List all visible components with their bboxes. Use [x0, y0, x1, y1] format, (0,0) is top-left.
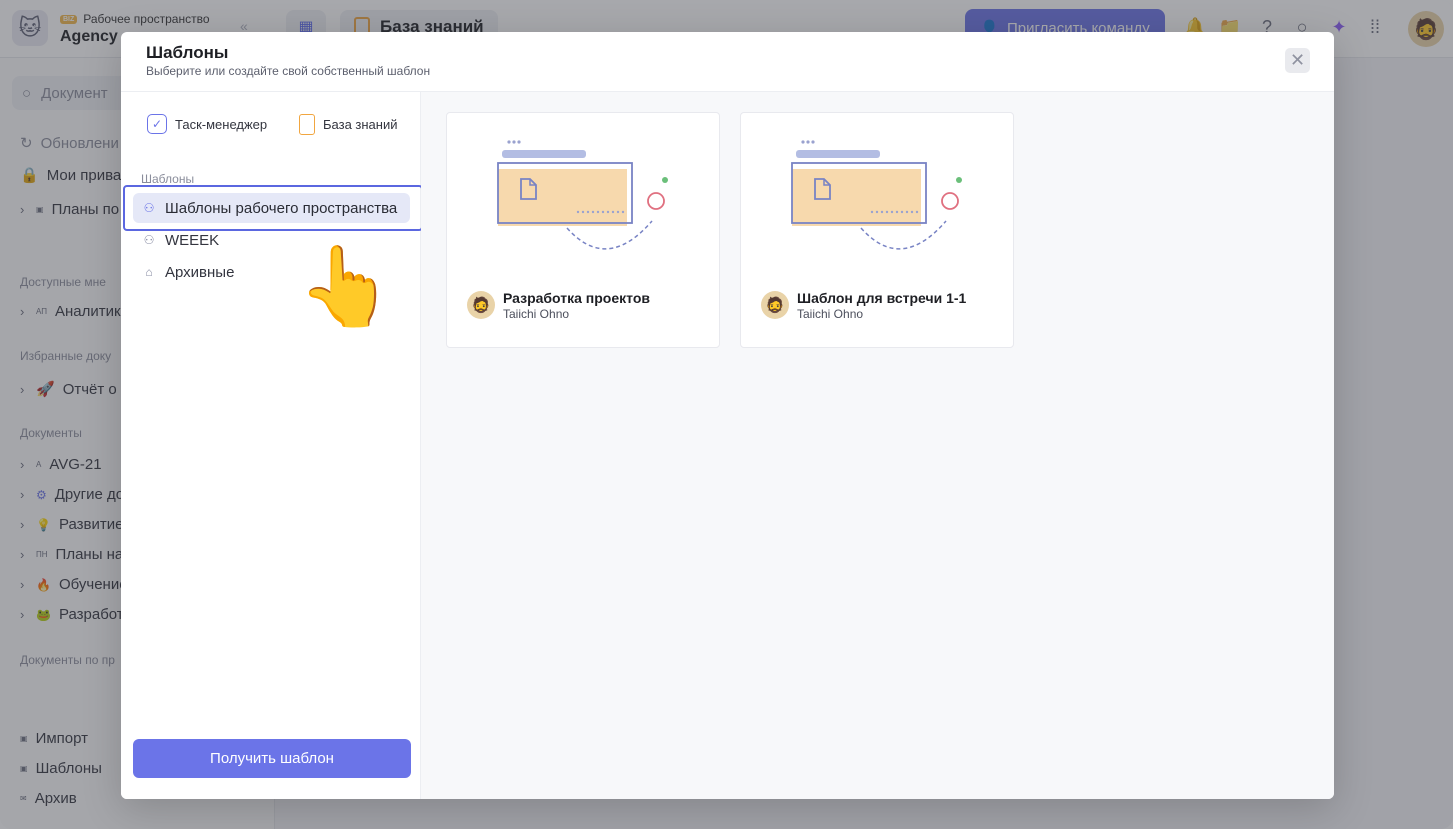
get-template-button[interactable]: Получить шаблон — [133, 739, 411, 778]
template-group-label: Шаблоны рабочего пространства — [165, 199, 398, 217]
template-illustration — [791, 140, 962, 250]
users-icon: ⚇ — [143, 233, 155, 247]
templates-modal: Шаблоны Выберите или создайте свой собст… — [121, 32, 1334, 799]
modal-subtitle: Выберите или создайте свой собственный ш… — [146, 64, 431, 78]
templates-sidebar: ✓ Таск-менеджер База знаний Шаблоны ⚇ Ша… — [121, 92, 423, 799]
tab-label: База знаний — [323, 117, 398, 132]
template-group-label: WEEEK — [165, 231, 220, 249]
tab-label: Таск-менеджер — [175, 116, 268, 132]
author-avatar: 🧔 — [761, 291, 789, 319]
template-group-label: Архивные — [165, 263, 235, 281]
archive-icon: ⌂ — [145, 265, 153, 279]
template-card[interactable]: 🧔 Разработка проектов Taiichi Ohno — [446, 112, 720, 348]
templates-grid: 🧔 Разработка проектов Taiichi Ohno 🧔 Шаб… — [421, 92, 1334, 799]
close-button[interactable]: ✕ — [1285, 48, 1310, 73]
document-icon — [299, 114, 315, 135]
author-avatar: 🧔 — [467, 291, 495, 319]
close-icon: ✕ — [1289, 50, 1306, 70]
modal-title: Шаблоны — [146, 43, 229, 62]
users-icon: ⚇ — [143, 201, 155, 215]
modal-header: Шаблоны Выберите или создайте свой собст… — [121, 32, 1334, 92]
template-card[interactable]: 🧔 Шаблон для встречи 1-1 Taiichi Ohno — [740, 112, 1014, 348]
pointing-hand-icon: 👆 — [297, 242, 395, 330]
card-author: Taiichi Ohno — [503, 307, 570, 321]
tab-task-manager[interactable]: ✓ Таск-менеджер — [147, 114, 267, 134]
templates-section-label: Шаблоны — [141, 172, 195, 186]
card-title: Шаблон для встречи 1-1 — [797, 290, 967, 306]
card-author: Taiichi Ohno — [797, 307, 864, 321]
tab-knowledge-base[interactable]: База знаний — [299, 114, 398, 135]
card-title: Разработка проектов — [503, 290, 650, 306]
template-illustration — [497, 140, 668, 250]
template-group-workspace[interactable]: ⚇ Шаблоны рабочего пространства — [133, 193, 410, 223]
checkbox-icon: ✓ — [147, 114, 167, 134]
